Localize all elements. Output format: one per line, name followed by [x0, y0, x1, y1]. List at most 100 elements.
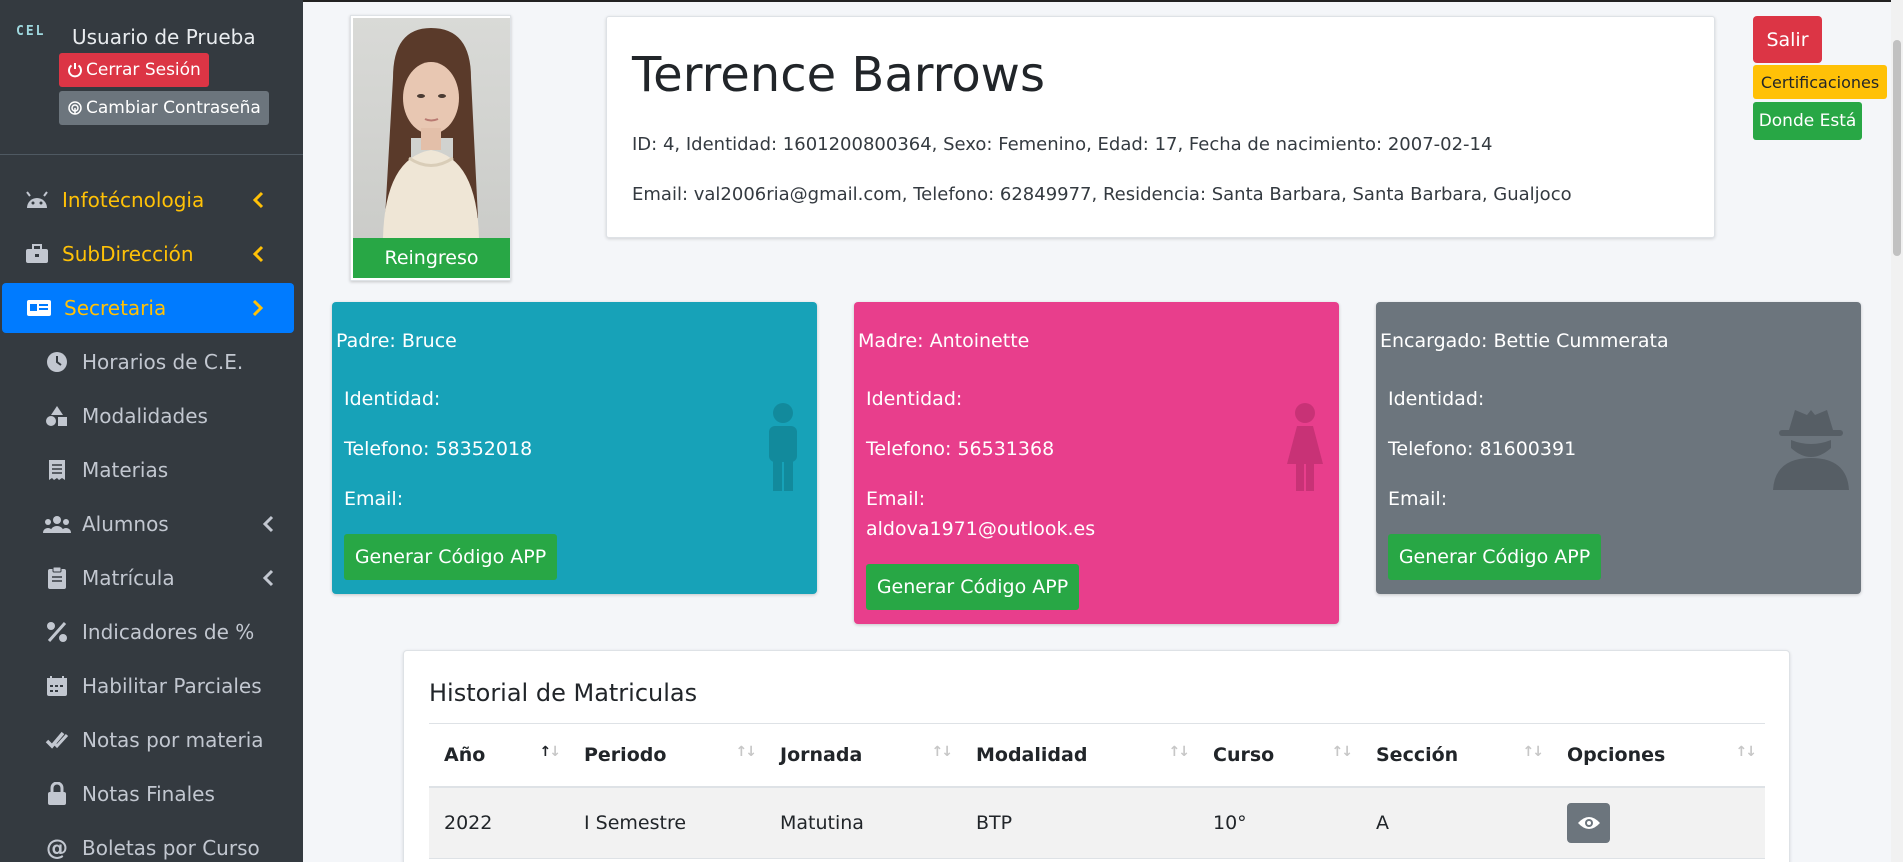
- column-header-label: Modalidad: [976, 743, 1088, 766]
- sidebar-item-habilitar[interactable]: Habilitar Parciales: [0, 661, 294, 711]
- chevron-left-icon: [252, 190, 264, 214]
- fingerprint-icon: [68, 101, 82, 115]
- guardian-title: Encargado: Bettie Cummerata: [1380, 330, 1669, 352]
- sidebar-item-boletas[interactable]: @ Boletas por Curso: [0, 823, 294, 862]
- scrollbar[interactable]: [1891, 0, 1903, 862]
- guardian-card: Encargado: Bettie Cummerata Identidad: T…: [1376, 302, 1861, 594]
- enrollment-history-card: Historial de Matriculas Año ↑↓ Periodo ↑↓ …: [403, 650, 1790, 862]
- android-icon: [22, 190, 52, 210]
- sidebar-item-label: Modalidades: [82, 404, 208, 428]
- scroll-thumb[interactable]: [1893, 40, 1901, 256]
- col-shift[interactable]: Jornada ↑↓: [765, 723, 961, 788]
- chevron-left-icon: [262, 568, 274, 592]
- sidebar-item-materias[interactable]: Materias: [0, 445, 294, 495]
- mother-identity: Identidad:: [866, 388, 963, 410]
- calendar-icon: [42, 675, 72, 697]
- table-header-row: Año ↑↓ Periodo ↑↓ Jornada ↑↓ Modalidad ↑↓ Cu…: [429, 723, 1765, 788]
- col-year[interactable]: Año ↑↓: [429, 723, 569, 788]
- change-password-button[interactable]: Cambiar Contraseña: [59, 91, 269, 125]
- status-badge: Reingreso: [353, 238, 510, 278]
- student-info-card: Terrence Barrows ID: 4, Identidad: 16012…: [606, 16, 1715, 238]
- cell-section: A: [1361, 786, 1552, 859]
- sidebar-item-alumnos[interactable]: Alumnos: [0, 499, 294, 549]
- history-table: Año ↑↓ Periodo ↑↓ Jornada ↑↓ Modalidad ↑↓ Cu…: [429, 723, 1765, 859]
- users-icon: [42, 514, 72, 534]
- column-header-label: Periodo: [584, 743, 667, 766]
- cell-course: 10°: [1198, 786, 1361, 859]
- briefcase-icon: [22, 243, 52, 265]
- cell-shift: Matutina: [765, 786, 961, 859]
- male-icon: [763, 402, 803, 496]
- table-row: 2022 I Semestre Matutina BTP 10° A: [429, 786, 1765, 859]
- column-header-label: Opciones: [1567, 743, 1666, 766]
- sidebar-item-indicadores[interactable]: Indicadores de %: [0, 607, 294, 657]
- father-title: Padre: Bruce: [336, 330, 457, 352]
- column-header-label: Sección: [1376, 743, 1459, 766]
- sidebar-item-notas-materia[interactable]: Notas por materia: [0, 715, 294, 765]
- sort-icon: ↑↓: [931, 744, 954, 760]
- col-modality[interactable]: Modalidad ↑↓: [961, 723, 1198, 788]
- sidebar-item-infotecnologia[interactable]: Infotécnologia: [0, 175, 294, 225]
- student-name: Terrence Barrows: [632, 47, 1045, 103]
- view-button[interactable]: [1567, 802, 1610, 843]
- sort-icon: ↑↓: [1168, 744, 1191, 760]
- sort-icon: ↑↓: [735, 744, 758, 760]
- sort-icon: ↑↓: [1735, 744, 1758, 760]
- father-phone: Telefono: 58352018: [344, 438, 533, 460]
- sidebar-item-matricula[interactable]: Matrícula: [0, 553, 294, 603]
- sidebar-item-label: Notas por materia: [82, 728, 264, 752]
- at-icon: @: [46, 835, 68, 861]
- shapes-icon: [42, 405, 72, 427]
- student-photo: [353, 18, 510, 238]
- sidebar-item-notas-finales[interactable]: Notas Finales: [0, 769, 294, 819]
- col-course[interactable]: Curso ↑↓: [1198, 723, 1361, 788]
- father-generate-code-button[interactable]: Generar Código APP: [344, 534, 557, 580]
- mother-generate-code-button[interactable]: Generar Código APP: [866, 564, 1079, 610]
- exit-button[interactable]: Salir: [1753, 16, 1822, 63]
- logout-label: Cerrar Sesión: [86, 60, 201, 80]
- sidebar-item-label: Habilitar Parciales: [82, 674, 262, 698]
- sidebar-item-label: Indicadores de %: [82, 620, 255, 644]
- father-email-label: Email:: [344, 488, 404, 510]
- mother-title: Madre: Antoinette: [858, 330, 1030, 352]
- mother-card: Madre: Antoinette Identidad: Telefono: 5…: [854, 302, 1339, 624]
- top-border: [303, 0, 1891, 2]
- father-card: Padre: Bruce Identidad: Telefono: 583520…: [332, 302, 817, 594]
- sidebar-item-subdireccion[interactable]: SubDirección: [0, 229, 294, 279]
- user-panel: CEL Usuario de Prueba Cerrar Sesión Camb…: [0, 0, 303, 155]
- sidebar-item-horarios[interactable]: Horarios de C.E.: [0, 337, 294, 387]
- sidebar-item-label: Secretaria: [64, 296, 167, 320]
- sidebar: CEL Usuario de Prueba Cerrar Sesión Camb…: [0, 0, 303, 862]
- change-password-label: Cambiar Contraseña: [86, 98, 261, 118]
- cell-period: I Semestre: [569, 786, 765, 859]
- eye-icon: [1577, 816, 1600, 829]
- location-button[interactable]: Donde Está: [1753, 102, 1862, 140]
- chevron-left-icon: [262, 514, 274, 538]
- sort-icon: ↑↓: [539, 744, 562, 760]
- user-name: Usuario de Prueba: [72, 25, 256, 49]
- col-period[interactable]: Periodo ↑↓: [569, 723, 765, 788]
- logout-button[interactable]: Cerrar Sesión: [59, 53, 209, 87]
- col-section[interactable]: Sección ↑↓: [1361, 723, 1552, 788]
- guardian-generate-code-button[interactable]: Generar Código APP: [1388, 534, 1601, 580]
- certifications-button[interactable]: Certificaciones: [1753, 65, 1887, 99]
- sidebar-item-label: Infotécnologia: [62, 188, 205, 212]
- sidebar-item-label: Matrícula: [82, 566, 175, 590]
- chevron-right-icon: [252, 298, 264, 322]
- cell-year: 2022: [429, 786, 569, 859]
- sort-icon: ↑↓: [1522, 744, 1545, 760]
- sidebar-item-label: Notas Finales: [82, 782, 215, 806]
- sidebar-item-modalidades[interactable]: Modalidades: [0, 391, 294, 441]
- student-details: ID: 4, Identidad: 1601200800364, Sexo: F…: [632, 134, 1493, 155]
- sidebar-item-secretaria[interactable]: Secretaria: [2, 283, 294, 333]
- student-photo-card: Reingreso: [350, 15, 511, 281]
- clock-icon: [42, 351, 72, 373]
- column-header-label: Jornada: [780, 743, 863, 766]
- power-icon: [68, 63, 82, 78]
- mother-email-label: Email:: [866, 488, 926, 510]
- app-logo: CEL: [16, 24, 46, 39]
- col-options[interactable]: Opciones ↑↓: [1552, 723, 1765, 788]
- mother-email: aldova1971@outlook.es: [866, 518, 1096, 540]
- father-identity: Identidad:: [344, 388, 441, 410]
- guardian-identity: Identidad:: [1388, 388, 1485, 410]
